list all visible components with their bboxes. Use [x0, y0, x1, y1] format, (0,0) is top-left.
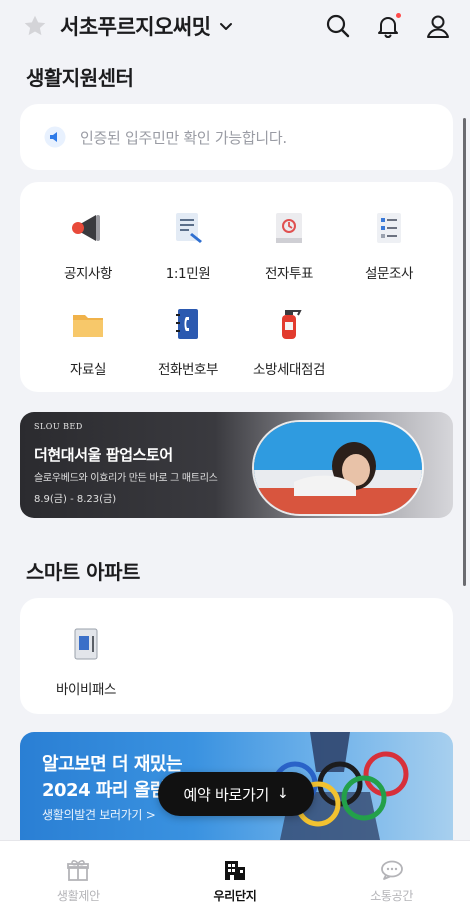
menu-item-label: 전화번호부	[157, 362, 219, 378]
menu-item-bypass[interactable]: 바이비패스	[42, 624, 130, 698]
notification-dot	[396, 13, 401, 18]
smart-apartment-card: 바이비패스	[20, 598, 453, 714]
arrow-down-icon: ↓	[277, 786, 289, 802]
banner-subtitle: 슬로우베드와 이효리가 만든 바로 그 매트리스	[34, 473, 218, 484]
header-actions	[324, 12, 452, 40]
menu-item-complaint[interactable]: 1:1민원	[133, 208, 243, 282]
banner-line-1: 알고보면 더 재밌는	[42, 754, 183, 775]
banner-dates: 8.9(금) - 8.23(금)	[34, 494, 117, 505]
document-pen-icon	[176, 213, 202, 243]
menu-item-survey[interactable]: 설문조사	[334, 208, 444, 282]
notification-button[interactable]	[374, 12, 402, 40]
building-icon	[225, 861, 245, 880]
tab-label: 우리단지	[213, 889, 257, 903]
banner-photo	[252, 420, 424, 516]
menu-item-label: 공지사항	[63, 266, 113, 282]
menu-item-label: 1:1민원	[165, 266, 211, 282]
tab-label: 소통공간	[370, 889, 414, 903]
door-pass-icon	[74, 628, 98, 660]
chat-icon	[380, 860, 403, 880]
chevron-down-icon[interactable]	[219, 19, 233, 33]
reservation-shortcut-button[interactable]: 예약 바로가기 ↓	[158, 772, 314, 816]
folder-icon	[73, 315, 103, 337]
tab-our-complex[interactable]: 우리단지	[157, 841, 314, 913]
vote-icon	[276, 213, 302, 243]
star-icon[interactable]	[22, 13, 48, 39]
menu-item-archive[interactable]: 자료실	[33, 304, 143, 378]
life-support-menu: 공지사항 1:1민원 전자투표 설문조사 자료실 전화번호부 소방세대점검	[20, 182, 453, 392]
fire-extinguisher-icon	[282, 310, 302, 339]
bottom-tab-bar: 생활제안 우리단지 소통공간	[0, 840, 470, 913]
tab-label: 생활제안	[56, 889, 100, 903]
notice-card[interactable]: 인증된 입주민만 확인 가능합니다.	[20, 104, 453, 170]
notice-text: 인증된 입주민만 확인 가능합니다.	[80, 128, 287, 147]
menu-item-label: 설문조사	[364, 266, 414, 282]
banner-brand: SLOU BED	[34, 422, 83, 431]
tab-life-proposal[interactable]: 생활제안	[0, 841, 157, 913]
megaphone-icon	[72, 215, 100, 241]
menu-item-label: 전자투표	[264, 266, 314, 282]
gift-icon	[67, 860, 90, 881]
banner-link[interactable]: 생활의발견 보러가기 >	[42, 806, 156, 823]
banner-title: 더현대서울 팝업스토어	[34, 446, 173, 464]
banner-line-2: 2024 파리 올림	[42, 780, 166, 801]
section-title-life-support: 생활지원센터	[26, 66, 134, 90]
menu-item-vote[interactable]: 전자투표	[234, 208, 344, 282]
search-icon[interactable]	[324, 12, 352, 40]
speaker-icon	[44, 126, 66, 148]
model-on-bed-illustration	[254, 422, 422, 514]
menu-item-label: 자료실	[69, 362, 107, 378]
phonebook-icon	[176, 309, 198, 339]
reservation-label: 예약 바로가기	[183, 785, 270, 804]
tab-community[interactable]: 소통공간	[313, 841, 470, 913]
menu-item-fire-check[interactable]: 소방세대점검	[234, 304, 344, 378]
menu-item-label: 소방세대점검	[252, 362, 326, 378]
section-title-smart-apartment: 스마트 아파트	[26, 560, 140, 584]
menu-item-notice[interactable]: 공지사항	[33, 208, 143, 282]
menu-item-label: 바이비패스	[55, 682, 117, 698]
app-header: 서초푸르지오써밋	[0, 0, 470, 52]
user-icon[interactable]	[424, 12, 452, 40]
menu-item-phonebook[interactable]: 전화번호부	[133, 304, 243, 378]
scrollbar[interactable]	[463, 118, 466, 586]
complex-title[interactable]: 서초푸르지오써밋	[60, 11, 211, 41]
survey-icon	[377, 213, 401, 243]
popup-store-banner[interactable]: SLOU BED 더현대서울 팝업스토어 슬로우베드와 이효리가 만든 바로 그…	[20, 412, 453, 518]
